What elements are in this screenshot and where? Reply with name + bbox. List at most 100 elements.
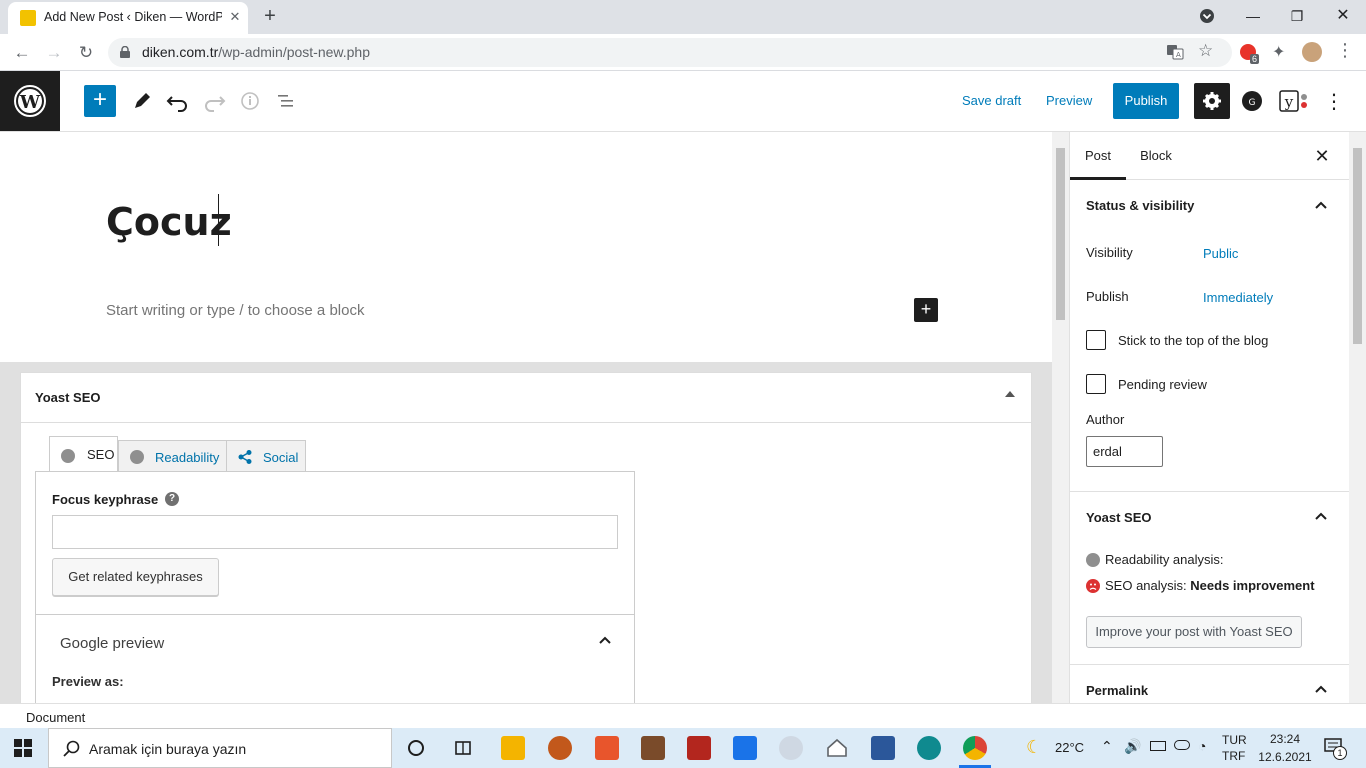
- app-icon[interactable]: [548, 736, 572, 760]
- collapse-triangle-icon[interactable]: [1005, 391, 1015, 397]
- focus-keyphrase-input[interactable]: [52, 515, 618, 549]
- save-draft-button[interactable]: Save draft: [962, 93, 1021, 108]
- mail-icon[interactable]: [733, 736, 757, 760]
- clock-date[interactable]: 12.6.2021: [1254, 750, 1316, 764]
- forward-icon[interactable]: →: [41, 40, 67, 66]
- stick-to-top-label[interactable]: Stick to the top of the blog: [1118, 333, 1268, 348]
- undo-icon[interactable]: [164, 87, 192, 115]
- seo-analysis-value: Needs improvement: [1190, 578, 1315, 593]
- tab-readability[interactable]: Readability: [118, 440, 227, 472]
- seo-analysis-label: SEO analysis:: [1105, 578, 1187, 593]
- cloud-icon[interactable]: [1174, 740, 1190, 750]
- task-view-icon[interactable]: [451, 736, 475, 760]
- new-tab-button[interactable]: +: [258, 5, 282, 29]
- status-visibility-title[interactable]: Status & visibility: [1086, 198, 1194, 213]
- help-icon[interactable]: ?: [165, 492, 179, 506]
- tab-social[interactable]: Social: [226, 440, 306, 472]
- tab-post[interactable]: Post: [1070, 132, 1126, 180]
- publish-button[interactable]: Publish: [1113, 83, 1179, 119]
- profile-avatar[interactable]: [1302, 42, 1322, 62]
- volume-icon[interactable]: 🔊: [1124, 738, 1141, 755]
- extensions-puzzle-icon[interactable]: ✦: [1272, 42, 1285, 62]
- minimize-icon[interactable]: —: [1238, 4, 1268, 28]
- office-app-icon[interactable]: [595, 736, 619, 760]
- chevron-up-icon[interactable]: [1314, 200, 1328, 210]
- author-select[interactable]: erdal: [1086, 436, 1163, 467]
- home-icon[interactable]: [825, 736, 849, 760]
- language-indicator[interactable]: TUR TRF: [1222, 732, 1252, 764]
- game-app-icon[interactable]: [687, 736, 711, 760]
- close-tab-icon[interactable]: ✕: [226, 8, 244, 26]
- tab-title: Add New Post ‹ Diken — WordPr: [44, 10, 222, 24]
- translate-icon[interactable]: A: [1166, 43, 1184, 61]
- bookmark-star-icon[interactable]: ☆: [1198, 41, 1213, 61]
- svg-text:y: y: [1284, 93, 1294, 111]
- back-icon[interactable]: ←: [9, 40, 35, 66]
- block-placeholder[interactable]: Start writing or type / to choose a bloc…: [106, 302, 364, 319]
- post-title[interactable]: Çocuz: [106, 200, 232, 244]
- settings-gear-icon[interactable]: [1194, 83, 1230, 119]
- reload-icon[interactable]: ↻: [73, 40, 99, 66]
- weather-moon-icon[interactable]: ☾: [1026, 737, 1042, 758]
- sidebar-scroll-thumb[interactable]: [1353, 148, 1362, 344]
- browser-tab[interactable]: Add New Post ‹ Diken — WordPr ✕: [8, 2, 248, 34]
- visibility-label: Visibility: [1086, 245, 1133, 260]
- clock-time[interactable]: 23:24: [1262, 732, 1308, 746]
- pending-review-label[interactable]: Pending review: [1118, 377, 1207, 392]
- wordpress-logo-icon[interactable]: W: [0, 71, 60, 131]
- windows-start-icon[interactable]: [14, 739, 32, 757]
- taskbar-search-input[interactable]: Aramak için buraya yazın: [48, 728, 392, 768]
- hp-icon[interactable]: [779, 736, 803, 760]
- stick-to-top-checkbox[interactable]: [1086, 330, 1106, 350]
- weather-temperature[interactable]: 22°C: [1055, 740, 1084, 755]
- breadcrumb[interactable]: Document: [26, 710, 85, 725]
- store-icon[interactable]: [641, 736, 665, 760]
- browser-menu-icon[interactable]: ⋮: [1336, 40, 1354, 61]
- pending-review-checkbox[interactable]: [1086, 374, 1106, 394]
- visibility-toggle[interactable]: Public: [1203, 246, 1238, 261]
- editor-scroll-thumb[interactable]: [1056, 148, 1065, 320]
- sidebar-scrollbar[interactable]: [1349, 132, 1366, 703]
- edit-pencil-icon[interactable]: [128, 87, 156, 115]
- get-related-keyphrases-button[interactable]: Get related keyphrases: [52, 558, 219, 596]
- google-preview-title[interactable]: Google preview: [60, 635, 164, 652]
- yoast-metabox: Yoast SEO SEO Readability Social Focus k…: [20, 372, 1032, 703]
- url-omnibox[interactable]: diken.com.tr/wp-admin/post-new.php A ☆: [108, 38, 1232, 67]
- block-inserter-button[interactable]: +: [84, 85, 116, 117]
- grammarly-icon[interactable]: G: [1240, 89, 1264, 113]
- publish-date-toggle[interactable]: Immediately: [1203, 290, 1273, 305]
- file-explorer-icon[interactable]: [501, 736, 525, 760]
- chevron-up-icon[interactable]: [598, 635, 612, 645]
- wifi-icon[interactable]: ◔: [1198, 738, 1206, 754]
- redo-icon[interactable]: [200, 87, 228, 115]
- url-domain: diken.com.tr: [142, 44, 219, 60]
- tab-block[interactable]: Block: [1130, 132, 1182, 180]
- edge-icon[interactable]: [917, 736, 941, 760]
- yoast-toolbar-icon[interactable]: y: [1278, 89, 1312, 113]
- tab-search-icon[interactable]: [1192, 4, 1222, 28]
- chrome-icon[interactable]: [963, 736, 987, 760]
- url-path: /wp-admin/post-new.php: [218, 44, 371, 60]
- chevron-up-icon[interactable]: [1314, 684, 1328, 694]
- chevron-up-icon[interactable]: ⌃: [1101, 738, 1113, 755]
- list-view-icon[interactable]: [272, 87, 300, 115]
- editor-footer: Document: [0, 703, 1366, 728]
- yoast-metabox-header[interactable]: Yoast SEO: [21, 373, 1031, 423]
- more-options-icon[interactable]: ⋮: [1324, 89, 1344, 114]
- close-sidebar-icon[interactable]: ✕: [1312, 146, 1332, 166]
- details-info-icon[interactable]: [236, 87, 264, 115]
- improve-post-button[interactable]: Improve your post with Yoast SEO: [1086, 616, 1302, 648]
- preview-button[interactable]: Preview: [1046, 93, 1092, 108]
- yoast-panel-title[interactable]: Yoast SEO: [1086, 510, 1152, 525]
- restore-icon[interactable]: ❐: [1282, 4, 1312, 28]
- chevron-up-icon[interactable]: [1314, 511, 1328, 521]
- cortana-icon[interactable]: [404, 736, 428, 760]
- quick-inserter-button[interactable]: +: [914, 298, 938, 322]
- seo-tab-panel: Focus keyphrase ? Get related keyphrases…: [35, 471, 635, 703]
- tab-seo[interactable]: SEO: [49, 436, 118, 473]
- editor-scrollbar[interactable]: [1052, 132, 1069, 703]
- battery-icon[interactable]: [1150, 741, 1166, 751]
- permalink-title[interactable]: Permalink: [1086, 683, 1148, 698]
- word-icon[interactable]: [871, 736, 895, 760]
- close-window-icon[interactable]: ✕: [1328, 4, 1358, 28]
